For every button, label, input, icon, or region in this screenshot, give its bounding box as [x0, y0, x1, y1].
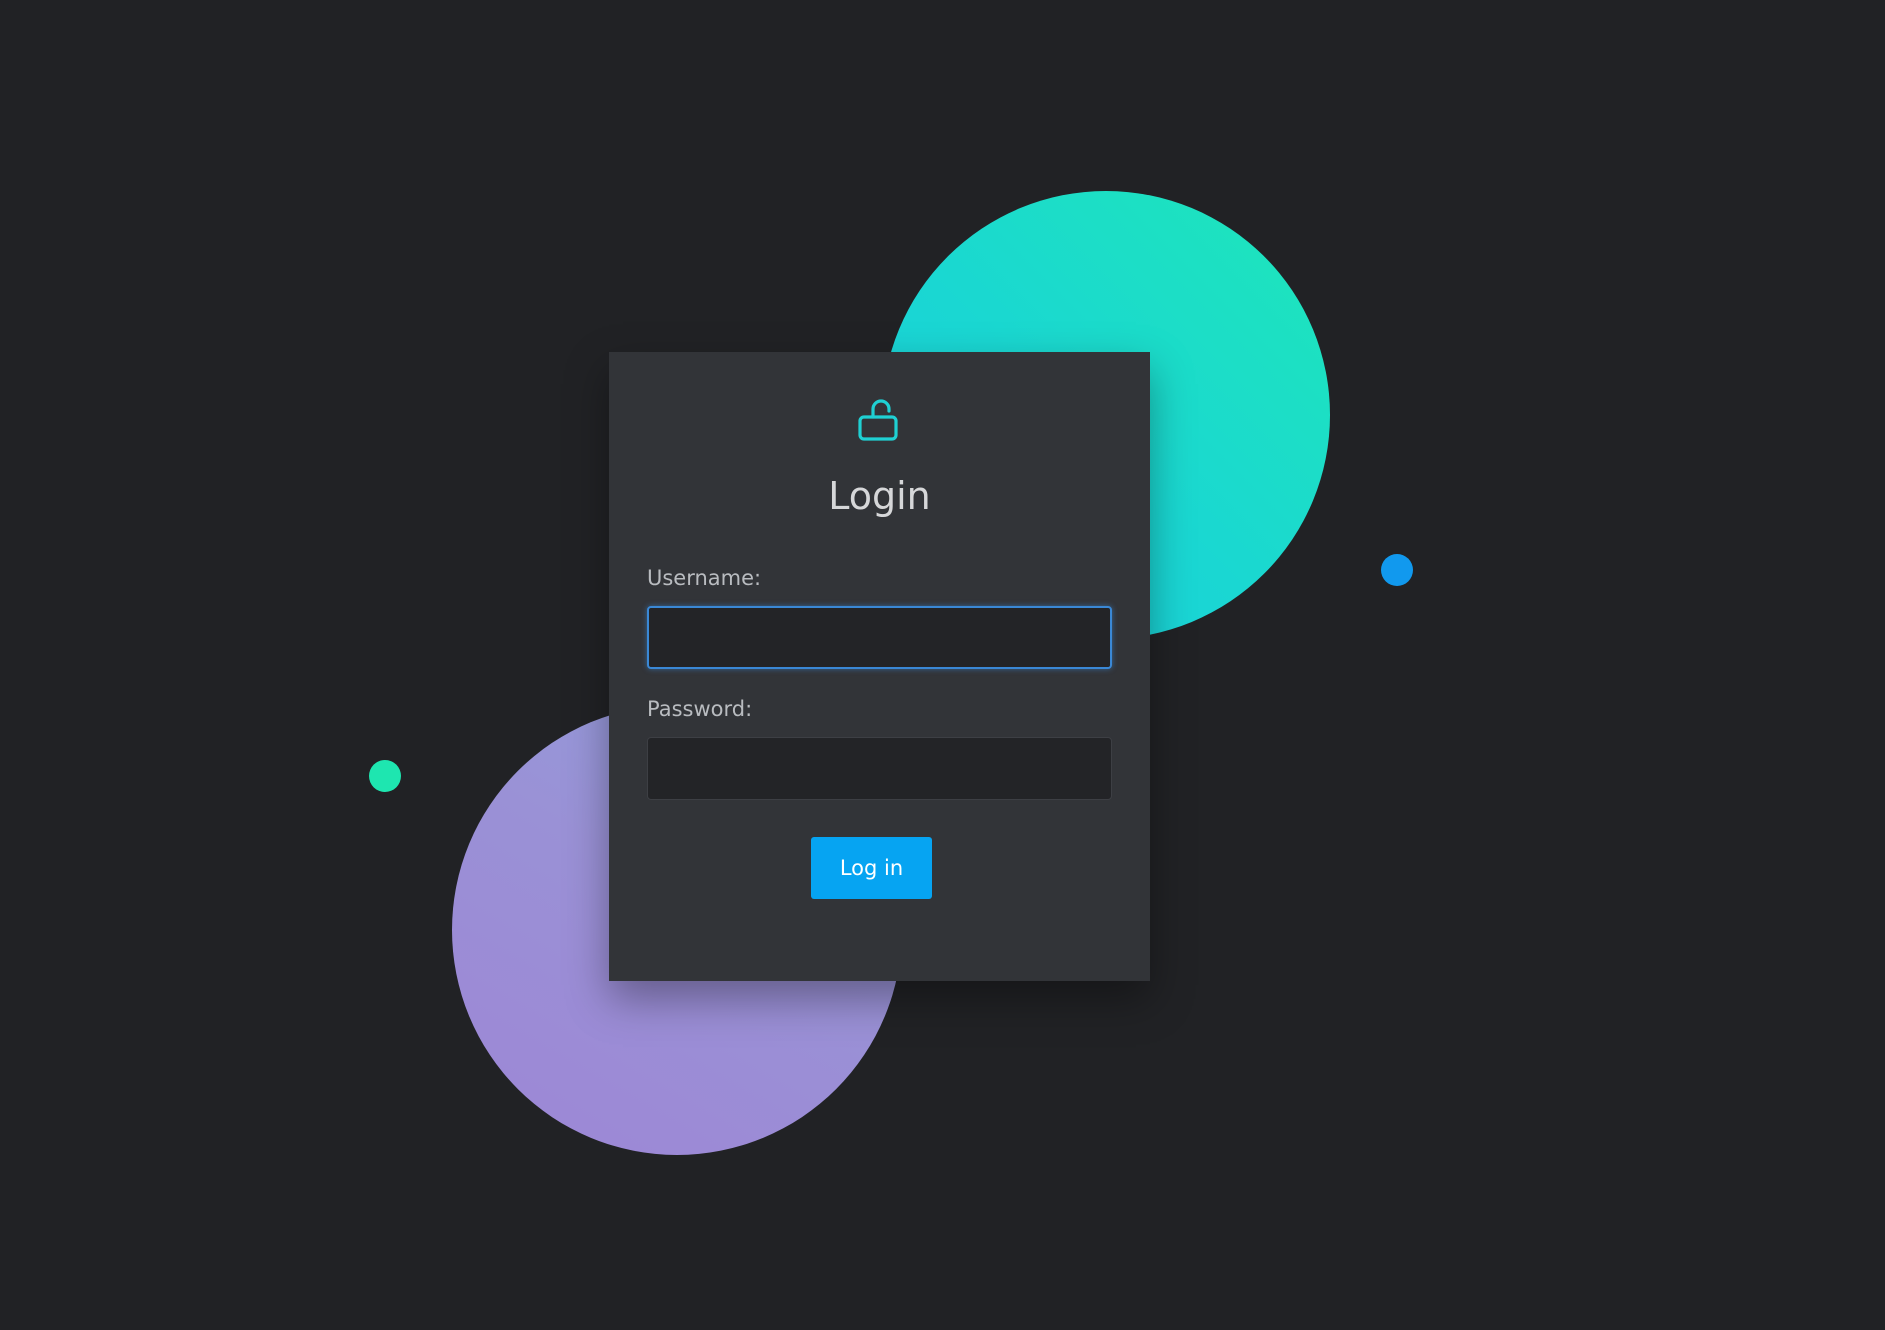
login-page: Login Username: Password: Log in [0, 0, 1885, 1330]
login-card: Login Username: Password: Log in [609, 352, 1150, 981]
blue-dot [1381, 554, 1413, 586]
password-input[interactable] [647, 737, 1112, 800]
username-input[interactable] [647, 606, 1112, 669]
page-title: Login [828, 474, 931, 518]
password-label: Password: [647, 697, 753, 721]
green-dot [369, 760, 401, 792]
unlocked-padlock-icon [857, 397, 901, 443]
username-label: Username: [647, 566, 762, 590]
login-button[interactable]: Log in [811, 837, 932, 899]
